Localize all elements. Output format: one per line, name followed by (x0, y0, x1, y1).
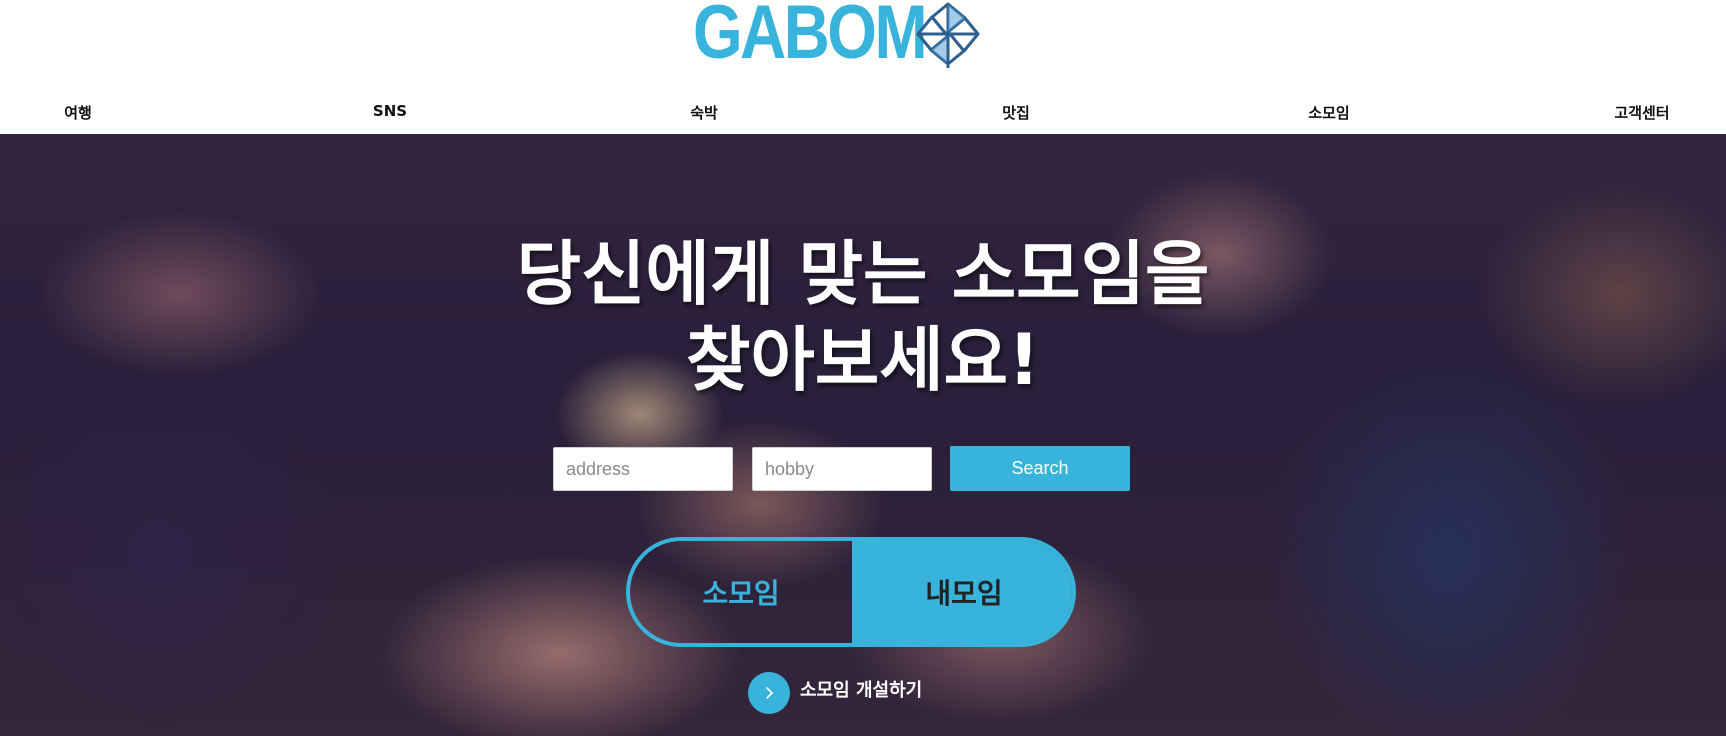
tab-small-groups[interactable]: 소모임 (630, 541, 852, 643)
logo-text: GABOM (693, 0, 928, 75)
tab-my-groups[interactable]: 내모임 (852, 541, 1072, 643)
nav-item-lodging[interactable]: 숙박 (690, 102, 718, 123)
tab-my-groups-label: 내모임 (925, 577, 1003, 610)
hero-headline-line2: 찾아보세요! (686, 319, 1040, 401)
create-group-label: 소모임 개설하기 (800, 680, 923, 701)
main-nav: 여행 SNS 숙박 맛집 소모임 고객센터 (0, 98, 1726, 128)
hobby-input[interactable] (752, 447, 932, 491)
nav-item-sns[interactable]: SNS (373, 102, 407, 120)
nav-item-restaurants[interactable]: 맛집 (1002, 102, 1030, 123)
hero-headline-line1: 당신에게 맞는 소모임을 (516, 233, 1210, 315)
search-button[interactable]: Search (950, 446, 1130, 491)
site-header: GABOM 여행 SNS 숙박 맛집 소모임 고객센터 (0, 0, 1726, 134)
address-input[interactable] (553, 447, 733, 491)
tab-small-groups-label: 소모임 (702, 577, 780, 610)
hero-section: 당신에게 맞는 소모임을 찾아보세요! Search 소모임 내모임 소모임 개… (0, 134, 1726, 736)
chevron-right-icon (748, 672, 790, 714)
group-toggle: 소모임 내모임 (626, 537, 1076, 647)
nav-item-small-groups[interactable]: 소모임 (1308, 102, 1349, 123)
pinwheel-icon (916, 2, 980, 68)
nav-item-customer-center[interactable]: 고객센터 (1614, 102, 1669, 123)
logo[interactable]: GABOM (693, 0, 980, 75)
create-group-link[interactable]: 소모임 개설하기 (748, 672, 922, 714)
nav-item-travel[interactable]: 여행 (64, 102, 92, 123)
